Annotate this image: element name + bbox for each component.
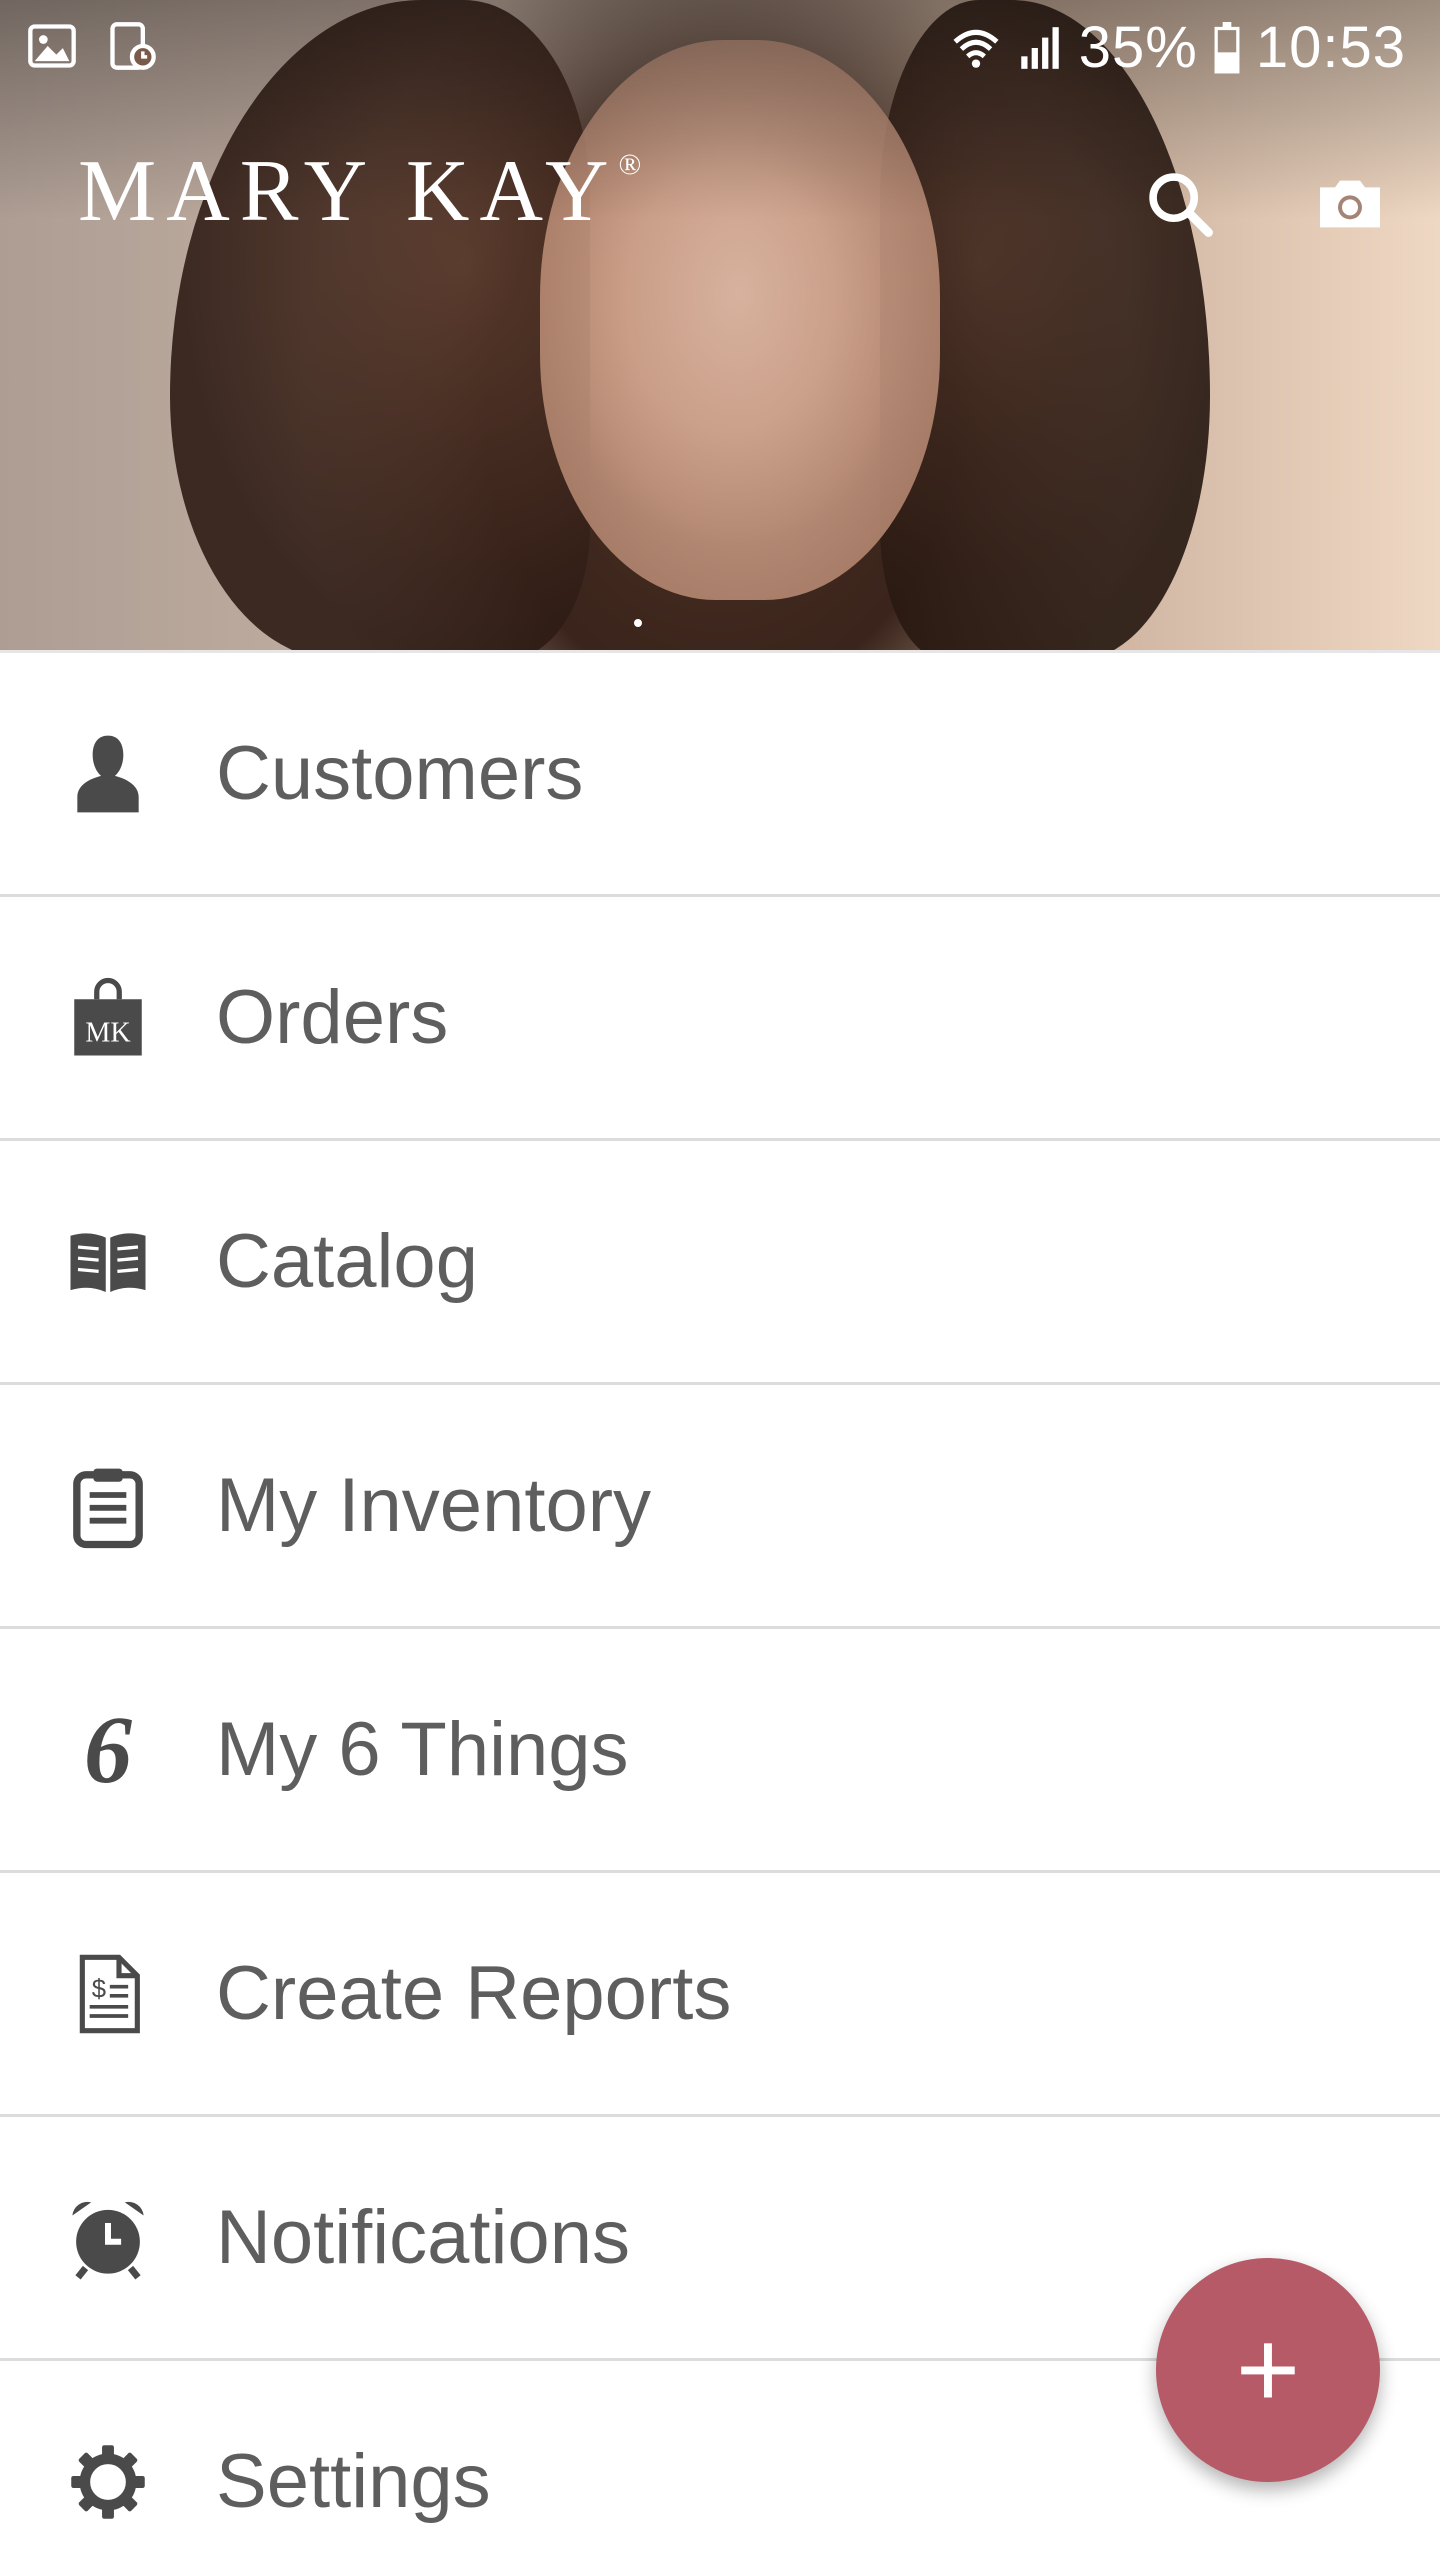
menu-item-create-reports[interactable]: $ Create Reports bbox=[0, 1870, 1440, 2114]
status-bar-system: 35% 10:53 bbox=[951, 14, 1406, 81]
alarm-clock-icon bbox=[58, 2188, 158, 2288]
battery-icon bbox=[1212, 21, 1242, 74]
clipboard-icon bbox=[58, 1456, 158, 1556]
status-bar: 35% 10:53 bbox=[0, 0, 1440, 100]
plus-icon: + bbox=[1235, 2308, 1301, 2431]
menu-label-catalog: Catalog bbox=[216, 1219, 478, 1304]
gallery-icon bbox=[26, 20, 78, 72]
clock: 10:53 bbox=[1255, 15, 1406, 80]
menu-label-create-reports: Create Reports bbox=[216, 1951, 732, 2036]
menu-item-my-inventory[interactable]: My Inventory bbox=[0, 1382, 1440, 1626]
menu-item-my-6-things[interactable]: 6 My 6 Things bbox=[0, 1626, 1440, 1870]
menu-item-customers[interactable]: Customers bbox=[0, 650, 1440, 894]
mk-shopping-bag-icon: MK bbox=[58, 968, 158, 1068]
six-icon: 6 bbox=[58, 1700, 158, 1800]
add-fab-button[interactable]: + bbox=[1156, 2258, 1380, 2482]
menu-label-my-6-things: My 6 Things bbox=[216, 1707, 629, 1792]
brand-name: MARY KAY bbox=[78, 143, 619, 240]
menu-label-notifications: Notifications bbox=[216, 2195, 630, 2280]
status-bar-notifications bbox=[26, 20, 158, 72]
registered-mark: ® bbox=[618, 148, 642, 181]
search-button[interactable] bbox=[1130, 156, 1230, 256]
open-book-icon bbox=[58, 1212, 158, 1312]
menu-label-customers: Customers bbox=[216, 731, 584, 816]
report-dollar-text: $ bbox=[92, 1975, 106, 2003]
six-glyph: 6 bbox=[84, 1695, 132, 1803]
hero-model-face bbox=[540, 40, 940, 600]
menu-item-catalog[interactable]: Catalog bbox=[0, 1138, 1440, 1382]
menu-item-orders[interactable]: MK Orders bbox=[0, 894, 1440, 1138]
carousel-page-indicator bbox=[634, 619, 642, 627]
customer-silhouette-icon bbox=[58, 724, 158, 824]
mk-bag-text: MK bbox=[85, 1017, 131, 1048]
gear-icon bbox=[58, 2432, 158, 2532]
camera-button[interactable] bbox=[1300, 156, 1400, 256]
battery-percent: 35% bbox=[1078, 15, 1198, 80]
app-screen: 35% 10:53 MARY KAY® Customers MK Orders … bbox=[0, 0, 1440, 2560]
screen-time-icon bbox=[106, 20, 158, 72]
dollar-report-icon: $ bbox=[58, 1944, 158, 2044]
menu-label-my-inventory: My Inventory bbox=[216, 1463, 652, 1548]
menu-label-settings: Settings bbox=[216, 2439, 491, 2524]
brand-logo: MARY KAY® bbox=[78, 148, 641, 236]
camera-icon bbox=[1310, 164, 1390, 249]
search-icon bbox=[1142, 166, 1218, 247]
wifi-icon bbox=[951, 23, 1001, 73]
menu-label-orders: Orders bbox=[216, 975, 449, 1060]
signal-icon bbox=[1015, 23, 1065, 73]
